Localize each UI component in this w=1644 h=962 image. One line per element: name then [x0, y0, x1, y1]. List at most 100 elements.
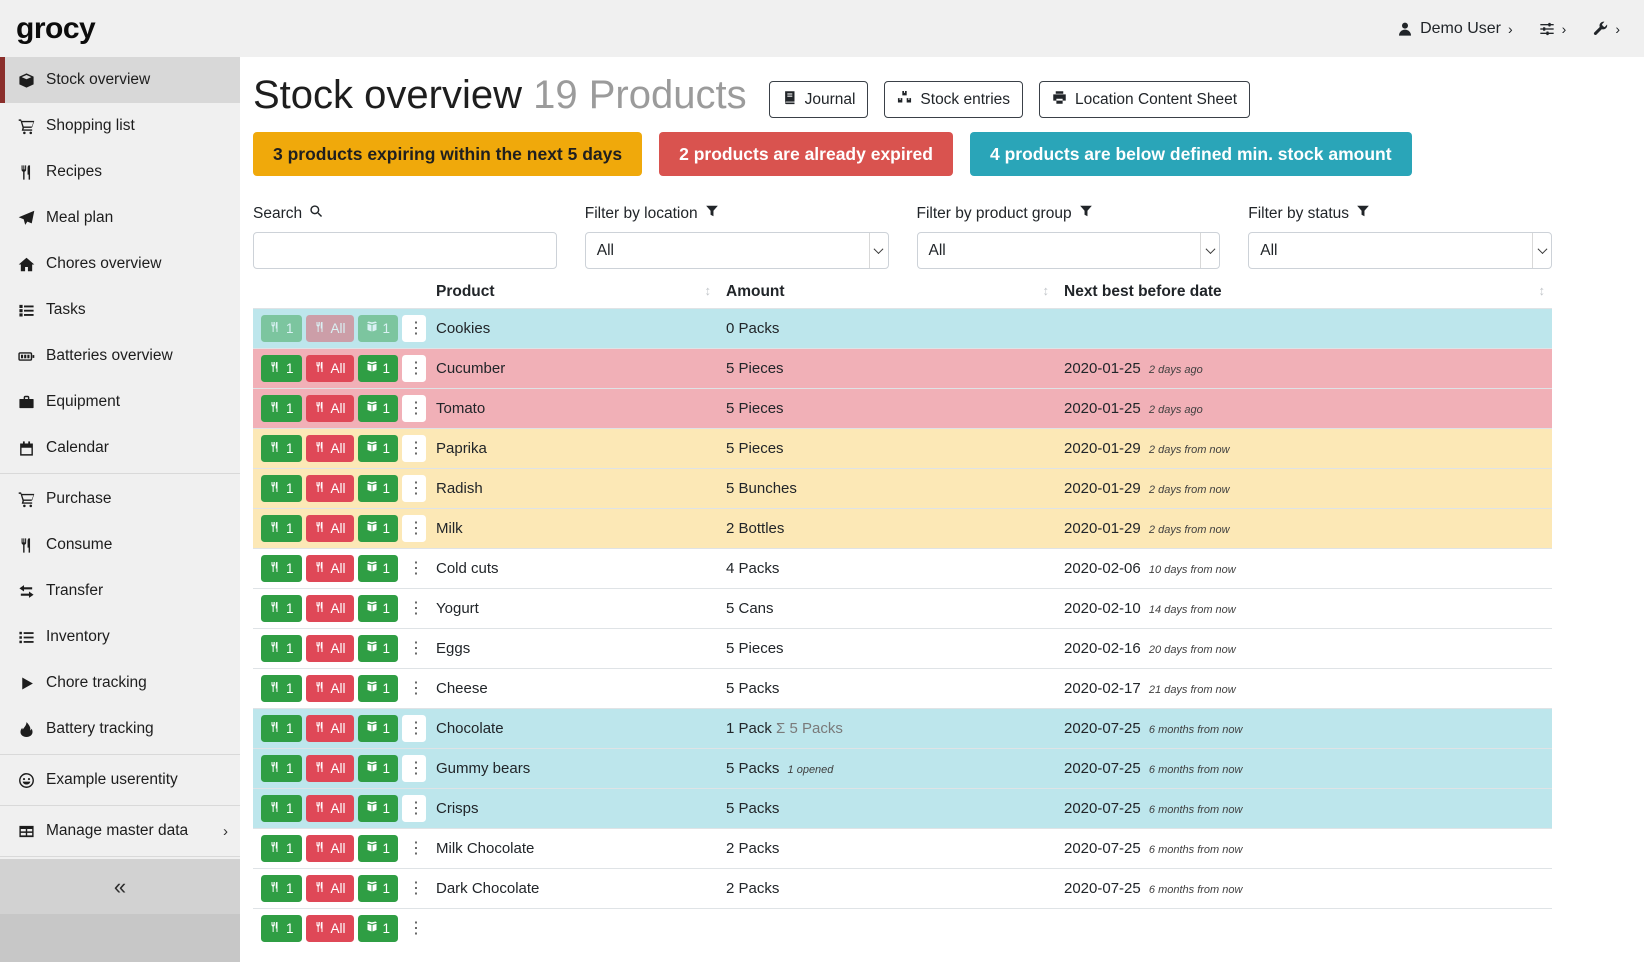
consume-all-button[interactable]: All [306, 875, 354, 902]
consume-all-button[interactable]: All [306, 915, 354, 942]
location-content-sheet-button[interactable]: Location Content Sheet [1039, 81, 1250, 118]
column-header-amount[interactable]: Amount ↕ [718, 279, 1056, 309]
open-one-button[interactable]: 1 [358, 595, 399, 622]
open-one-button[interactable]: 1 [358, 835, 399, 862]
sidebar-item-calendar[interactable]: Calendar [0, 425, 240, 471]
consume-all-button[interactable]: All [306, 835, 354, 862]
column-header-next-best-before-date[interactable]: Next best before date ↕ [1056, 279, 1552, 309]
expiring-products-banner[interactable]: 3 products expiring within the next 5 da… [253, 132, 642, 176]
product-group-filter-select[interactable]: All [917, 232, 1221, 269]
sidebar-item-chores-overview[interactable]: Chores overview [0, 241, 240, 287]
consume-all-button[interactable]: All [306, 315, 354, 342]
row-menu-button[interactable]: ⋮ [402, 875, 426, 902]
consume-one-button[interactable]: 1 [261, 555, 302, 582]
consume-one-button[interactable]: 1 [261, 875, 302, 902]
consume-all-button[interactable]: All [306, 395, 354, 422]
user-menu[interactable]: Demo User › [1397, 20, 1513, 38]
open-one-button[interactable]: 1 [358, 915, 399, 942]
consume-one-button[interactable]: 1 [261, 435, 302, 462]
open-one-button[interactable]: 1 [358, 875, 399, 902]
sidebar-item-inventory[interactable]: Inventory [0, 614, 240, 660]
open-one-button[interactable]: 1 [358, 675, 399, 702]
open-one-button[interactable]: 1 [358, 555, 399, 582]
consume-all-button[interactable]: All [306, 515, 354, 542]
open-one-button[interactable]: 1 [358, 755, 399, 782]
sidebar-collapse-button[interactable]: « [0, 859, 240, 914]
consume-one-button[interactable]: 1 [261, 675, 302, 702]
location-filter-select[interactable]: All [585, 232, 889, 269]
consume-one-button[interactable]: 1 [261, 715, 302, 742]
consume-one-button[interactable]: 1 [261, 395, 302, 422]
consume-one-button[interactable]: 1 [261, 515, 302, 542]
open-one-button[interactable]: 1 [358, 635, 399, 662]
sidebar-item-transfer[interactable]: Transfer [0, 568, 240, 614]
consume-all-button[interactable]: All [306, 355, 354, 382]
sidebar-item-equipment[interactable]: Equipment [0, 379, 240, 425]
row-menu-button[interactable]: ⋮ [402, 595, 426, 622]
grocy-logo[interactable]: grocy [16, 14, 95, 44]
consume-all-button[interactable]: All [306, 635, 354, 662]
sidebar-item-consume[interactable]: Consume [0, 522, 240, 568]
sidebar-item-battery-tracking[interactable]: Battery tracking [0, 706, 240, 752]
settings-menu[interactable]: › [1539, 21, 1567, 37]
sort-icon[interactable]: ↕ [705, 283, 711, 298]
consume-all-button[interactable]: All [306, 435, 354, 462]
column-header-product[interactable]: Product ↕ [428, 279, 718, 309]
row-menu-button[interactable]: ⋮ [402, 715, 426, 742]
admin-menu[interactable]: › [1592, 21, 1620, 37]
consume-one-button[interactable]: 1 [261, 355, 302, 382]
sidebar-item-tasks[interactable]: Tasks [0, 287, 240, 333]
consume-one-button[interactable]: 1 [261, 795, 302, 822]
consume-one-button[interactable]: 1 [261, 755, 302, 782]
open-one-button[interactable]: 1 [358, 435, 399, 462]
row-menu-button[interactable]: ⋮ [402, 435, 426, 462]
expired-products-banner[interactable]: 2 products are already expired [659, 132, 953, 176]
consume-all-button[interactable]: All [306, 595, 354, 622]
sort-icon[interactable]: ↕ [1043, 283, 1049, 298]
consume-one-button[interactable]: 1 [261, 635, 302, 662]
row-menu-button[interactable]: ⋮ [402, 675, 426, 702]
consume-all-button[interactable]: All [306, 755, 354, 782]
row-menu-button[interactable]: ⋮ [402, 355, 426, 382]
consume-all-button[interactable]: All [306, 675, 354, 702]
sidebar-item-purchase[interactable]: Purchase [0, 476, 240, 522]
row-menu-button[interactable]: ⋮ [402, 635, 426, 662]
row-menu-button[interactable]: ⋮ [402, 915, 426, 942]
consume-all-button[interactable]: All [306, 475, 354, 502]
consume-all-button[interactable]: All [306, 795, 354, 822]
consume-all-button[interactable]: All [306, 715, 354, 742]
open-one-button[interactable]: 1 [358, 315, 399, 342]
consume-all-button[interactable]: All [306, 555, 354, 582]
sidebar-item-manage-master-data[interactable]: Manage master data› [0, 808, 240, 854]
row-menu-button[interactable]: ⋮ [402, 755, 426, 782]
row-menu-button[interactable]: ⋮ [402, 475, 426, 502]
sidebar-item-shopping-list[interactable]: Shopping list [0, 103, 240, 149]
consume-one-button[interactable]: 1 [261, 475, 302, 502]
status-filter-select[interactable]: All [1248, 232, 1552, 269]
below-min-stock-banner[interactable]: 4 products are below defined min. stock … [970, 132, 1412, 176]
consume-one-button[interactable]: 1 [261, 595, 302, 622]
open-one-button[interactable]: 1 [358, 795, 399, 822]
open-one-button[interactable]: 1 [358, 475, 399, 502]
sidebar-item-chore-tracking[interactable]: Chore tracking [0, 660, 240, 706]
row-menu-button[interactable]: ⋮ [402, 795, 426, 822]
open-one-button[interactable]: 1 [358, 355, 399, 382]
sidebar-item-meal-plan[interactable]: Meal plan [0, 195, 240, 241]
open-one-button[interactable]: 1 [358, 395, 399, 422]
sidebar-item-example-userentity[interactable]: Example userentity [0, 757, 240, 803]
sort-icon[interactable]: ↕ [1539, 283, 1545, 298]
row-menu-button[interactable]: ⋮ [402, 395, 426, 422]
open-one-button[interactable]: 1 [358, 515, 399, 542]
row-menu-button[interactable]: ⋮ [402, 315, 426, 342]
row-menu-button[interactable]: ⋮ [402, 555, 426, 582]
sidebar-item-recipes[interactable]: Recipes [0, 149, 240, 195]
search-input[interactable] [253, 232, 557, 269]
sidebar-item-batteries-overview[interactable]: Batteries overview [0, 333, 240, 379]
consume-one-button[interactable]: 1 [261, 315, 302, 342]
consume-one-button[interactable]: 1 [261, 835, 302, 862]
row-menu-button[interactable]: ⋮ [402, 515, 426, 542]
open-one-button[interactable]: 1 [358, 715, 399, 742]
consume-one-button[interactable]: 1 [261, 915, 302, 942]
stock-entries-button[interactable]: Stock entries [884, 81, 1023, 118]
journal-button[interactable]: Journal [769, 81, 869, 118]
